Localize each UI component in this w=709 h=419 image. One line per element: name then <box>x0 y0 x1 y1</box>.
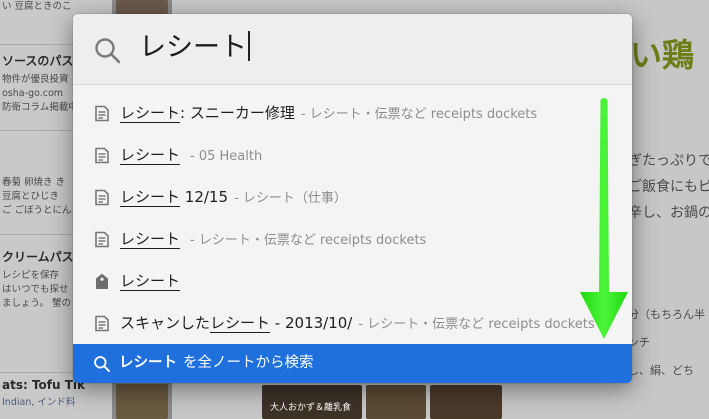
result-match-text: レシート <box>120 188 181 206</box>
result-notebook: - レシート・伝票など receipts dockets <box>358 317 595 332</box>
note-body-text: 辛し、お鍋の <box>628 205 709 221</box>
arrow-down-icon <box>580 98 628 339</box>
text-caret <box>248 31 250 61</box>
result-match-text: レシート <box>120 272 181 290</box>
search-result-tag[interactable]: レシート <box>73 260 632 302</box>
search-icon <box>94 356 110 372</box>
footer-label: を全ノートから検索 <box>183 355 314 371</box>
note-thumbnail <box>116 0 168 14</box>
search-icon <box>95 38 121 64</box>
search-result-item[interactable]: レシート - 05 Health <box>73 134 632 176</box>
result-match-text: レシート <box>120 104 181 122</box>
quick-search-popup: レシート レシート: スニーカー修理 - レシート・伝票など receipts d… <box>73 14 632 383</box>
note-body-text: ぎたっぷりで <box>628 153 709 169</box>
note-snippet: Indian, インド料 <box>2 397 76 408</box>
note-icon <box>95 231 109 248</box>
result-match-text: レシート <box>210 314 271 332</box>
note-list-item[interactable]: い 豆腐ときのこ <box>0 0 112 14</box>
search-all-notes-button[interactable]: レシート を全ノートから検索 <box>73 344 632 383</box>
note-icon <box>95 105 109 122</box>
image-caption: 大人おかず＆離乳食 <box>270 403 352 413</box>
result-match-text: レシート <box>120 146 181 164</box>
search-result-item[interactable]: スキャンしたレシート - 2013/10/ - レシート・伝票など receipt… <box>73 302 632 344</box>
note-body-text: 分（もちろん半 <box>628 308 705 321</box>
result-notebook: - 05 Health <box>190 149 263 164</box>
search-query-text: レシート <box>139 32 247 63</box>
note-snippet: い 豆腐ときのこ <box>2 1 72 12</box>
result-notebook: - レシート・伝票など receipts dockets <box>190 233 427 248</box>
note-icon <box>95 189 109 206</box>
search-result-item[interactable]: レシート 12/15 - レシート（仕事） <box>73 176 632 218</box>
footer-query-text: レシート <box>119 355 177 371</box>
search-result-item[interactable]: レシート - レシート・伝票など receipts dockets <box>73 218 632 260</box>
search-bar[interactable]: レシート <box>73 14 632 85</box>
note-image <box>366 385 426 419</box>
result-notebook: - レシート（仕事） <box>234 191 347 206</box>
result-title-rest: : スニーカー修理 <box>180 104 295 122</box>
tag-icon <box>96 273 108 289</box>
search-result-item[interactable]: レシート: スニーカー修理 - レシート・伝票など receipts docket… <box>73 92 632 134</box>
note-image <box>430 385 502 419</box>
result-notebook: - レシート・伝票など receipts dockets <box>300 107 538 122</box>
note-thumbnail <box>116 384 168 419</box>
result-match-text: レシート <box>120 230 181 248</box>
search-input[interactable]: レシート <box>139 28 250 68</box>
note-icon <box>95 315 109 332</box>
note-body-text: し、絹、どち <box>628 364 694 377</box>
result-title-prefix: スキャンした <box>120 314 211 332</box>
note-heading: い鶏 <box>630 36 695 74</box>
result-title-rest: 12/15 <box>180 188 229 206</box>
result-title-rest: - 2013/10/ <box>270 314 353 332</box>
note-body-text: ご飯食にもピッ <box>628 179 709 195</box>
note-icon <box>95 147 109 164</box>
